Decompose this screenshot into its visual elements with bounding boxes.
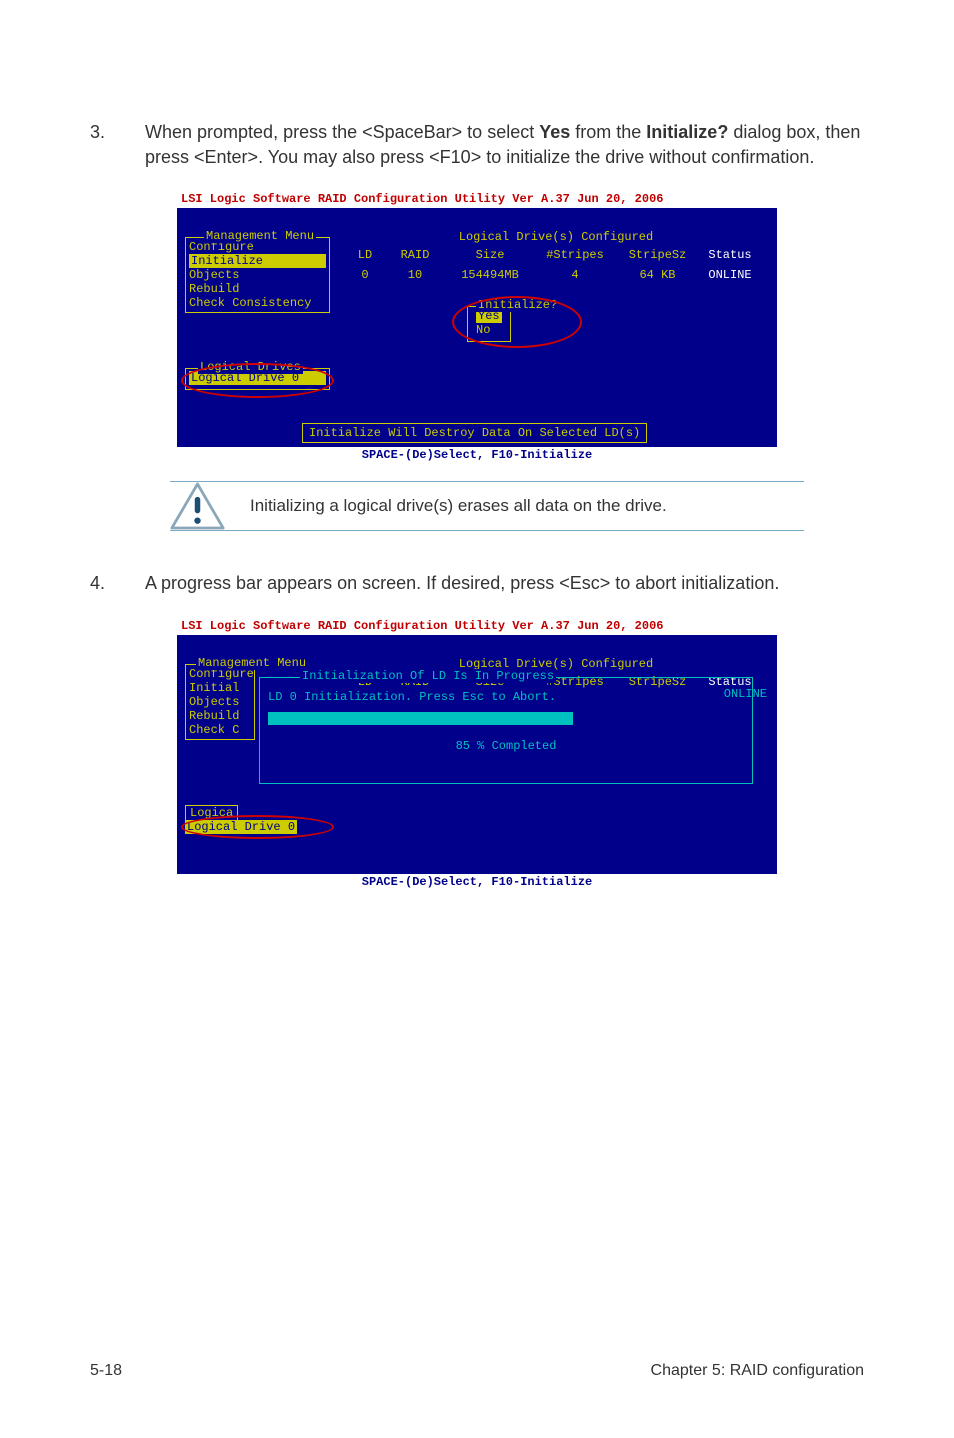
chapter-label: Chapter 5: RAID configuration bbox=[651, 1362, 864, 1380]
menu-title: Management Menu bbox=[204, 229, 316, 243]
bios-title: LSI Logic Software RAID Configuration Ut… bbox=[177, 617, 777, 635]
col-header: #Stripes bbox=[535, 248, 615, 262]
col-header: Status bbox=[700, 248, 760, 262]
col-header: StripeSz bbox=[615, 248, 700, 262]
menu-item: Objects bbox=[189, 695, 251, 709]
highlight-oval-icon bbox=[181, 363, 334, 398]
progress-msg: LD 0 Initialization. Press Esc to Abort. bbox=[268, 690, 744, 704]
percent-label: 85 % Completed bbox=[456, 739, 557, 753]
step-text: A progress bar appears on screen. If des… bbox=[145, 571, 864, 596]
col-header: RAID bbox=[385, 248, 445, 262]
cell: ONLINE bbox=[700, 268, 760, 282]
step-text: When prompted, press the <SpaceBar> to s… bbox=[145, 120, 864, 170]
table-title: Logical Drive(s) Configured bbox=[345, 230, 767, 244]
highlight-oval-icon bbox=[181, 815, 334, 839]
bios-title: LSI Logic Software RAID Configuration Ut… bbox=[177, 190, 777, 208]
menu-item: Rebuild bbox=[189, 709, 251, 723]
table-data-row: 0 10 154494MB 4 64 KB ONLINE bbox=[345, 268, 767, 282]
col-header: Size bbox=[445, 248, 535, 262]
progress-percent: 85 % Completed bbox=[268, 739, 744, 753]
table-header-row: LD RAID Size #Stripes StripeSz Status bbox=[345, 248, 767, 262]
cell: 10 bbox=[385, 268, 445, 282]
management-menu: Management Menu Configure Initialize Obj… bbox=[185, 237, 330, 313]
note-text: Initializing a logical drive(s) erases a… bbox=[250, 496, 667, 515]
menu-item-selected: Initial bbox=[189, 681, 251, 695]
page-footer: 5-18 Chapter 5: RAID configuration bbox=[90, 1362, 864, 1380]
init-word: Initialize? bbox=[646, 122, 728, 142]
col-header: LD bbox=[345, 248, 385, 262]
bios-screenshot-1: LSI Logic Software RAID Configuration Ut… bbox=[177, 190, 777, 463]
cell: 4 bbox=[535, 268, 615, 282]
step-num: 4. bbox=[90, 571, 145, 596]
progress-row bbox=[268, 712, 744, 725]
bios-screenshot-2: LSI Logic Software RAID Configuration Ut… bbox=[177, 617, 777, 890]
text: from the bbox=[570, 122, 646, 142]
menu-item: Objects bbox=[189, 268, 326, 282]
management-menu: Management Menu Configure Initial Object… bbox=[185, 664, 255, 740]
progress-title: Initialization Of LD Is In Progress bbox=[300, 669, 556, 683]
cell: 64 KB bbox=[615, 268, 700, 282]
menu-item: Check C bbox=[189, 723, 251, 737]
text: When prompted, press the <SpaceBar> to s… bbox=[145, 122, 539, 142]
bios-bottom-bar: SPACE-(De)Select, F10-Initialize bbox=[177, 447, 777, 463]
logical-drive-table: Logical Drive(s) Configured LD RAID Size… bbox=[345, 230, 767, 282]
cell: 154494MB bbox=[445, 268, 535, 282]
menu-item-selected: Initialize bbox=[189, 254, 326, 268]
step-num: 3. bbox=[90, 120, 145, 170]
menu-title: Management Menu bbox=[196, 656, 308, 670]
bios-bottom-bar: SPACE-(De)Select, F10-Initialize bbox=[177, 874, 777, 890]
warning-box: Initialize Will Destroy Data On Selected… bbox=[302, 423, 647, 443]
caution-icon bbox=[170, 482, 225, 530]
yes-word: Yes bbox=[539, 122, 570, 142]
caution-note: Initializing a logical drive(s) erases a… bbox=[170, 481, 804, 531]
highlight-oval-icon bbox=[452, 296, 582, 348]
menu-item: Check Consistency bbox=[189, 296, 326, 310]
step-4: 4. A progress bar appears on screen. If … bbox=[90, 571, 864, 596]
menu-item: Rebuild bbox=[189, 282, 326, 296]
progress-panel: Initialization Of LD Is In Progress LD 0… bbox=[259, 677, 753, 784]
step-3: 3. When prompted, press the <SpaceBar> t… bbox=[90, 120, 864, 170]
progress-fill bbox=[268, 712, 573, 725]
online-status: ONLINE bbox=[724, 687, 767, 701]
progress-bar bbox=[268, 712, 744, 725]
page-number: 5-18 bbox=[90, 1362, 122, 1380]
cell: 0 bbox=[345, 268, 385, 282]
